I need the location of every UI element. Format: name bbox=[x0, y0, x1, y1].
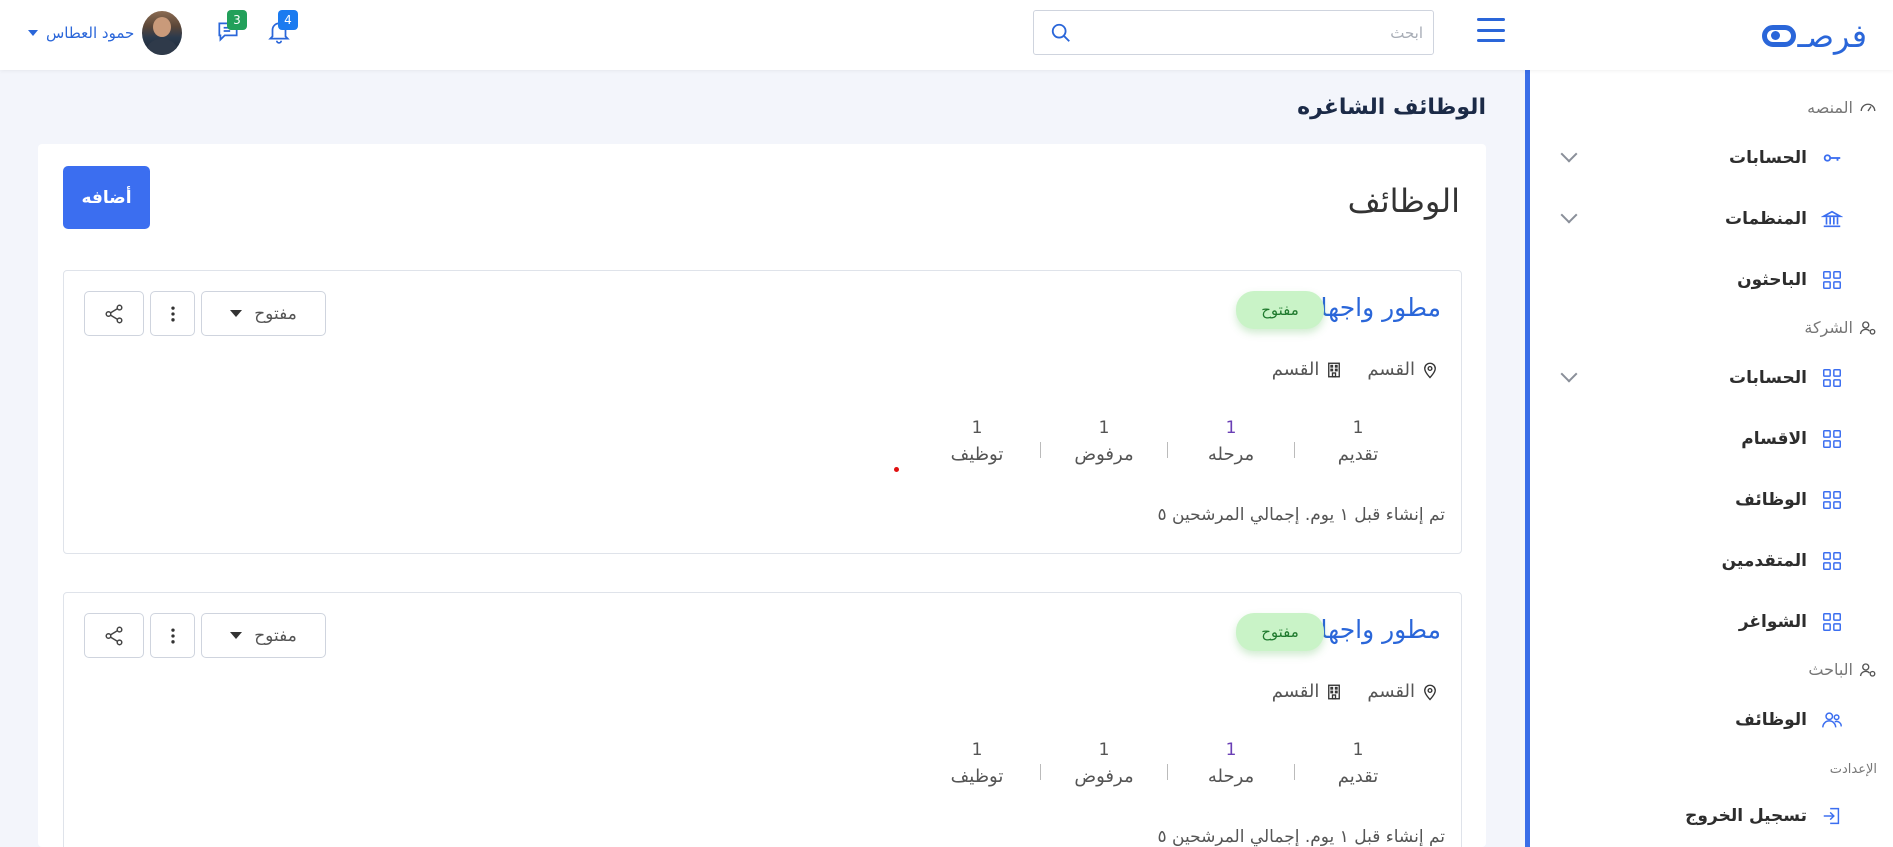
stat-stage[interactable]: 1 مرحله bbox=[1168, 418, 1294, 465]
grid-icon bbox=[1823, 430, 1841, 448]
chevron-down-icon bbox=[1560, 206, 1578, 224]
share-button[interactable] bbox=[84, 613, 144, 658]
status-badge: مفتوح bbox=[1236, 291, 1324, 329]
stat-stage[interactable]: 1 مرحله bbox=[1168, 740, 1294, 787]
share-button[interactable] bbox=[84, 291, 144, 336]
job-meta: القسم القسم bbox=[1272, 681, 1439, 702]
chevron-down-icon bbox=[28, 30, 38, 36]
status-dropdown[interactable]: مفتوح bbox=[201, 291, 326, 336]
dashboard-icon bbox=[1860, 103, 1876, 111]
menu-toggle-button[interactable] bbox=[1477, 18, 1505, 42]
more-vertical-icon bbox=[170, 306, 175, 321]
logout-button[interactable]: تسجيل الخروج bbox=[1563, 800, 1843, 832]
sidebar-item-departments[interactable]: الاقسام bbox=[1563, 423, 1843, 455]
panel-title: الوظائف bbox=[1347, 182, 1460, 220]
jobs-panel: الوظائف أضافه مطور واجهات مفتوح القسم ال… bbox=[38, 144, 1486, 847]
logout-icon bbox=[1823, 807, 1840, 825]
sidebar-item-vacancies[interactable]: الشواغر bbox=[1563, 606, 1843, 638]
more-vertical-icon bbox=[170, 628, 175, 643]
stat-rejected[interactable]: 1 مرفوض bbox=[1041, 740, 1167, 787]
job-meta: القسم القسم bbox=[1272, 359, 1439, 380]
job-card: مطور واجهات مفتوح القسم القسم 1 تقديم 1 مر… bbox=[63, 270, 1462, 554]
sidebar-item-researcher-jobs[interactable]: الوظائف bbox=[1563, 704, 1843, 736]
user-menu[interactable]: حمود العطاس bbox=[28, 10, 183, 56]
top-bar: فرصـ حمود العطاس 3 4 bbox=[0, 0, 1893, 70]
sidebar-item-company-accounts[interactable]: الحسابات bbox=[1560, 362, 1843, 394]
section-title-researcher: الباحث bbox=[1808, 660, 1877, 679]
user-cog-icon bbox=[1859, 320, 1876, 335]
chevron-down-icon bbox=[1560, 145, 1578, 163]
notifications-badge: 4 bbox=[278, 10, 298, 30]
section-title-platform: المنصه bbox=[1807, 98, 1877, 117]
share-icon bbox=[105, 304, 123, 323]
stat-applied[interactable]: 1 تقديم bbox=[1295, 418, 1421, 465]
more-options-button[interactable] bbox=[150, 613, 195, 658]
notifications-button[interactable]: 4 bbox=[266, 10, 298, 44]
grid-icon bbox=[1823, 613, 1841, 631]
stat-rejected[interactable]: 1 مرفوض bbox=[1041, 418, 1167, 465]
add-button[interactable]: أضافه bbox=[63, 166, 150, 229]
grid-icon bbox=[1823, 271, 1841, 289]
job-location: القسم bbox=[1367, 359, 1439, 380]
job-department: القسم bbox=[1272, 681, 1344, 702]
job-actions: مفتوح bbox=[84, 291, 326, 336]
sidebar-item-accounts[interactable]: الحسابات bbox=[1560, 142, 1843, 174]
sidebar-item-organizations[interactable]: المنظمات bbox=[1560, 203, 1843, 235]
job-stats: 1 تقديم 1 مرحله 1 مرفوض 1 توظيف bbox=[914, 740, 1421, 787]
grid-icon bbox=[1823, 369, 1841, 387]
share-icon bbox=[105, 626, 123, 645]
key-icon bbox=[1823, 154, 1841, 162]
users-icon bbox=[1822, 712, 1842, 728]
search-input[interactable] bbox=[1093, 11, 1423, 54]
map-pin-icon bbox=[1424, 362, 1436, 378]
stat-applied[interactable]: 1 تقديم bbox=[1295, 740, 1421, 787]
sidebar-item-researchers[interactable]: الباحثون bbox=[1563, 264, 1843, 296]
job-department: القسم bbox=[1272, 359, 1344, 380]
map-pin-icon bbox=[1424, 684, 1436, 700]
job-card: مطور واجهات مفتوح القسم القسم 1 تقديم 1 مر… bbox=[63, 592, 1462, 847]
cursor-dot bbox=[894, 467, 899, 472]
grid-icon bbox=[1823, 552, 1841, 570]
more-options-button[interactable] bbox=[150, 291, 195, 336]
logo-mark-icon bbox=[1761, 25, 1796, 47]
messages-button[interactable]: 3 bbox=[215, 10, 247, 44]
status-badge: مفتوح bbox=[1236, 613, 1324, 651]
avatar bbox=[142, 11, 183, 55]
sidebar: المنصه الحسابات المنظمات الباحثون الشركة… bbox=[1525, 70, 1893, 847]
page-title: الوظائف الشاغره bbox=[1297, 95, 1486, 120]
section-title-company: الشركة bbox=[1804, 318, 1877, 337]
status-dropdown[interactable]: مفتوح bbox=[201, 613, 326, 658]
messages-badge: 3 bbox=[227, 10, 247, 30]
job-location: القسم bbox=[1367, 681, 1439, 702]
job-created-text: تم إنشاء قبل ١ يوم. إجمالي المرشحين ٥ bbox=[1157, 505, 1445, 525]
app-logo[interactable]: فرصـ bbox=[1761, 14, 1868, 58]
chevron-down-icon bbox=[1560, 365, 1578, 383]
sidebar-item-applicants[interactable]: المتقدمين bbox=[1563, 545, 1843, 577]
job-created-text: تم إنشاء قبل ١ يوم. إجمالي المرشحين ٥ bbox=[1157, 827, 1445, 847]
user-name: حمود العطاس bbox=[46, 24, 135, 42]
job-actions: مفتوح bbox=[84, 613, 326, 658]
settings-section-title: الإعدادت bbox=[1829, 762, 1877, 777]
user-cog-icon bbox=[1859, 662, 1876, 677]
building-icon bbox=[1328, 684, 1341, 699]
stat-hired[interactable]: 1 توظيف bbox=[914, 740, 1040, 787]
search-icon[interactable] bbox=[1050, 22, 1072, 44]
search-box bbox=[1033, 10, 1434, 55]
job-stats: 1 تقديم 1 مرحله 1 مرفوض 1 توظيف bbox=[914, 418, 1421, 465]
sidebar-item-jobs[interactable]: الوظائف bbox=[1563, 484, 1843, 516]
caret-down-icon bbox=[230, 310, 243, 317]
caret-down-icon bbox=[230, 632, 243, 639]
logo-text: فرصـ bbox=[1797, 17, 1867, 55]
bank-icon bbox=[1821, 210, 1843, 228]
stat-hired[interactable]: 1 توظيف bbox=[914, 418, 1040, 465]
building-icon bbox=[1328, 362, 1341, 377]
grid-icon bbox=[1823, 491, 1841, 509]
